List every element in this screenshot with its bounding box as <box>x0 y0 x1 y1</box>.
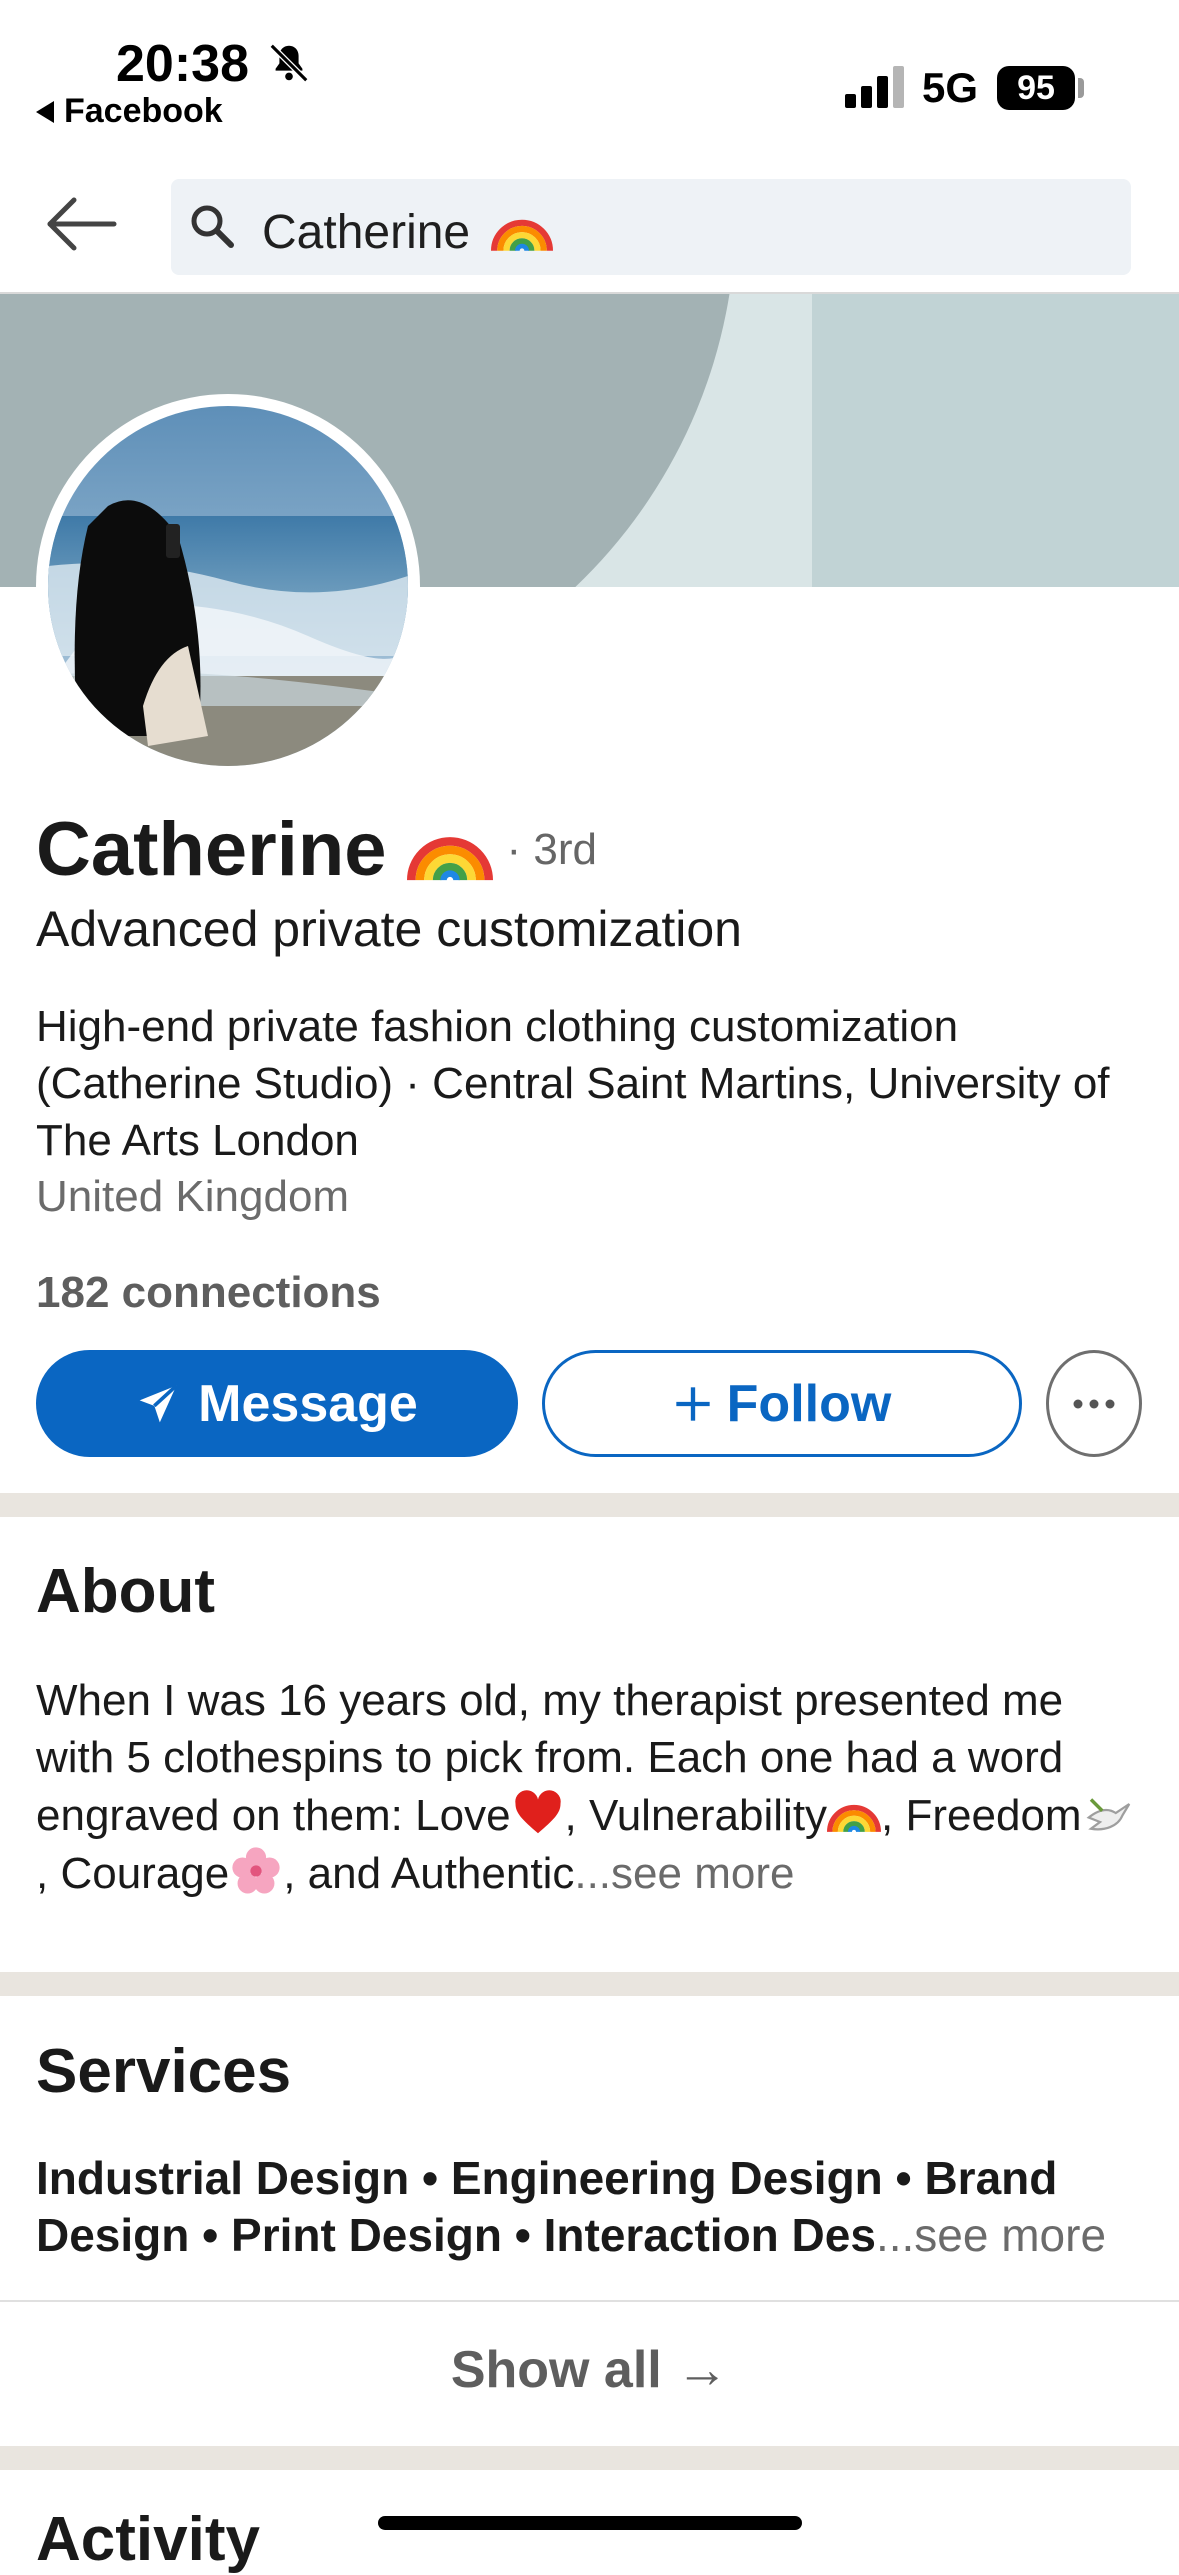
services-see-more-link[interactable]: ...see more <box>876 2209 1106 2261</box>
search-query[interactable]: Catherine <box>262 198 554 260</box>
about-text-part: , and Authentic <box>283 1849 575 1898</box>
section-divider <box>0 1972 1179 1996</box>
plus-icon <box>676 1386 710 1421</box>
section-divider <box>0 1493 1179 1517</box>
about-see-more-link[interactable]: ...see more <box>574 1849 794 1898</box>
rainbow-emoji-icon <box>491 219 554 252</box>
services-divider <box>0 2300 1179 2302</box>
services-list[interactable]: Industrial Design • Engineering Design •… <box>36 2150 1146 2264</box>
profile-bio: High-end private fashion clothing custom… <box>36 1002 1110 1165</box>
section-divider <box>0 2446 1179 2470</box>
profile-name-line: Catherine · 3rd <box>36 806 597 893</box>
message-button[interactable]: Message <box>36 1350 518 1457</box>
red-heart-emoji-icon <box>514 1790 561 1834</box>
ellipsis-icon <box>1073 1399 1115 1408</box>
profile-location: United Kingdom <box>36 1172 350 1221</box>
avatar[interactable] <box>48 406 408 766</box>
more-options-button[interactable] <box>1046 1350 1142 1457</box>
rainbow-emoji-icon <box>406 836 493 881</box>
cherry-blossom-emoji-icon <box>232 1847 280 1894</box>
network-type: 5G <box>922 64 979 111</box>
battery-indicator: 95 <box>997 66 1075 110</box>
back-triangle-icon <box>36 100 54 123</box>
about-text-part: , Vulnerability <box>564 1791 828 1840</box>
back-to-app-link[interactable]: Facebook <box>36 92 223 131</box>
status-time: 20:38 <box>116 35 249 93</box>
battery-level: 95 <box>1017 68 1055 107</box>
send-icon <box>139 1383 178 1422</box>
rainbow-emoji-icon <box>827 1804 882 1833</box>
dove-emoji-icon <box>1086 1798 1130 1831</box>
activity-section-title: Activity <box>36 2505 260 2574</box>
follow-button[interactable]: Follow <box>542 1350 1022 1457</box>
connections-count[interactable]: 182 connections <box>36 1268 381 1318</box>
show-all-services-button[interactable]: Show all → <box>0 2340 1179 2400</box>
cellular-signal-icon <box>845 66 904 108</box>
connection-degree: · 3rd <box>506 824 598 874</box>
about-text-part: , Freedom <box>881 1791 1082 1840</box>
follow-button-label: Follow <box>726 1374 892 1433</box>
bell-muted-icon <box>269 43 309 83</box>
about-text-part: , Courage <box>36 1849 230 1898</box>
services-section-title: Services <box>36 2037 292 2106</box>
profile-headline: Advanced private customization <box>36 901 742 957</box>
battery-tip <box>1078 78 1084 98</box>
search-icon <box>191 205 234 248</box>
avatar-photo-image <box>48 406 408 766</box>
about-text[interactable]: When I was 16 years old, my therapist pr… <box>36 1672 1146 1902</box>
home-indicator[interactable] <box>378 2516 802 2530</box>
search-query-text: Catherine <box>262 206 471 259</box>
back-app-label: Facebook <box>64 92 223 130</box>
back-arrow-icon[interactable] <box>46 196 118 252</box>
about-section-title: About <box>36 1557 216 1626</box>
message-button-label: Message <box>198 1374 418 1433</box>
profile-name: Catherine <box>36 807 387 892</box>
